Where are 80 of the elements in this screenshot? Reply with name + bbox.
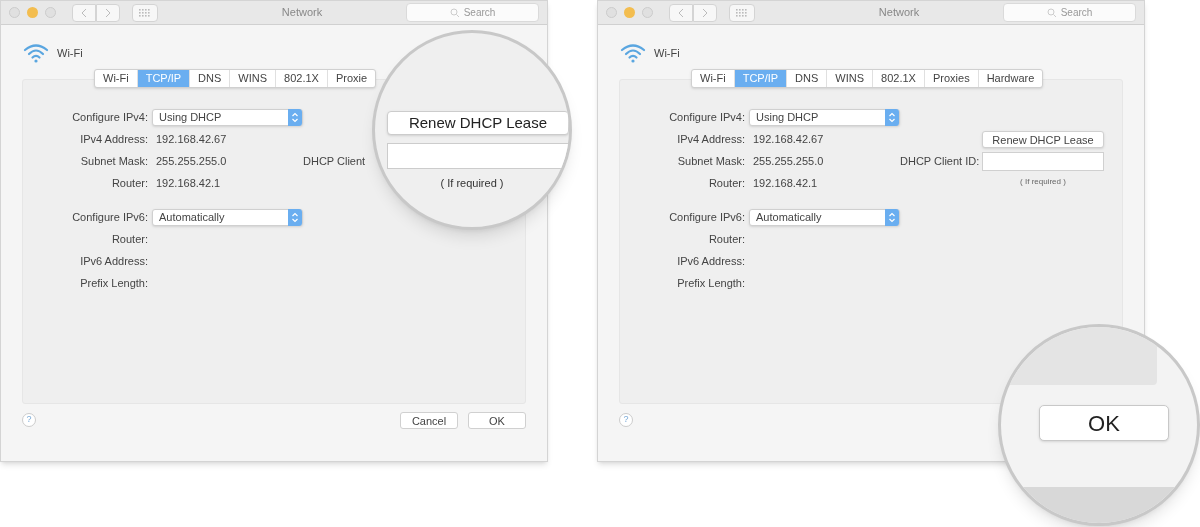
tab[interactable]: Wi-Fi — [95, 70, 138, 87]
window-title: Network — [877, 5, 921, 21]
field-label: DHCP Client ID: — [900, 153, 981, 169]
stepper-icon — [288, 108, 302, 126]
field-label: IPv4 Address: — [676, 131, 745, 147]
tab[interactable]: WINS — [230, 70, 277, 87]
forward-button[interactable] — [96, 3, 120, 22]
tab[interactable]: WINS — [827, 70, 874, 87]
field-label: IPv6 Address: — [676, 253, 745, 269]
service-name: Wi-Fi — [654, 45, 680, 61]
forward-button[interactable] — [693, 3, 717, 22]
dialog-button[interactable]: Cancel — [400, 411, 458, 429]
field-label: Router: — [707, 231, 745, 247]
client-id-field[interactable] — [982, 151, 1104, 171]
tab[interactable]: 802.1X — [873, 70, 925, 87]
field-value: 192.168.42.67 — [752, 131, 824, 147]
search-placeholder: Search — [1060, 6, 1093, 20]
stepper-icon — [288, 208, 302, 226]
popup-menu[interactable]: Automatically — [152, 208, 303, 226]
popup-menu[interactable]: Using DHCP — [152, 108, 303, 126]
back-button[interactable] — [72, 3, 96, 22]
renew-lease-button[interactable]: Renew DHCP Lease — [387, 111, 569, 135]
show-all-button[interactable] — [132, 3, 158, 22]
field-label: Subnet Mask: — [79, 153, 148, 169]
tab[interactable]: 802.1X — [276, 70, 328, 87]
tab[interactable]: Proxie — [327, 70, 376, 87]
field-label: Router: — [707, 175, 745, 191]
wifi-icon — [620, 43, 646, 63]
field-value: 255.255.255.0 — [155, 153, 227, 169]
popup-menu[interactable]: Using DHCP — [749, 108, 900, 126]
field-label: DHCP Client — [303, 153, 367, 169]
field-label: Configure IPv6: — [71, 209, 148, 225]
tab[interactable]: Proxies — [924, 70, 979, 87]
search-placeholder: Search — [463, 6, 496, 20]
tab[interactable]: DNS — [190, 70, 231, 87]
grid-icon — [736, 8, 748, 17]
ok-button[interactable]: OK — [1039, 405, 1169, 441]
field-label: Router: — [110, 231, 148, 247]
service-name: Wi-Fi — [57, 45, 83, 61]
chevron-left-icon — [81, 7, 87, 18]
close-icon[interactable] — [9, 7, 20, 18]
zoom-icon[interactable] — [45, 7, 56, 18]
show-all-button[interactable] — [729, 3, 755, 22]
close-icon[interactable] — [606, 7, 617, 18]
zoom-icon[interactable] — [642, 7, 653, 18]
field-label: Router: — [110, 175, 148, 191]
field-label: Subnet Mask: — [676, 153, 745, 169]
renew-lease-button[interactable]: Renew DHCP Lease — [982, 130, 1104, 148]
window-title: Network — [280, 5, 324, 21]
field-label: Prefix Length: — [676, 275, 745, 291]
minimize-icon[interactable] — [27, 7, 38, 18]
tab[interactable]: Wi-Fi — [692, 70, 735, 87]
field-value: 192.168.42.1 — [752, 175, 818, 191]
field-value: 255.255.255.0 — [752, 153, 824, 169]
field-label: Configure IPv4: — [668, 109, 745, 125]
field-label: Prefix Length: — [79, 275, 148, 291]
field-label: Configure IPv6: — [668, 209, 745, 225]
hint-text: ( If required ) — [1020, 177, 1066, 186]
chevron-left-icon — [678, 7, 684, 18]
field-label: IPv4 Address: — [79, 131, 148, 147]
search-icon — [449, 7, 460, 18]
field-value: 192.168.42.67 — [155, 131, 227, 147]
stepper-icon — [885, 208, 899, 226]
chevron-right-icon — [105, 7, 111, 18]
search-icon — [1046, 7, 1057, 18]
client-id-field[interactable] — [387, 143, 569, 169]
stepper-icon — [885, 108, 899, 126]
popup-menu[interactable]: Automatically — [749, 208, 900, 226]
tab[interactable]: DNS — [787, 70, 828, 87]
field-value: 192.168.42.1 — [155, 175, 221, 191]
minimize-icon[interactable] — [624, 7, 635, 18]
dialog-button[interactable]: OK — [468, 411, 526, 429]
grid-icon — [139, 8, 151, 17]
back-button[interactable] — [669, 3, 693, 22]
field-label: IPv6 Address: — [79, 253, 148, 269]
chevron-right-icon — [702, 7, 708, 18]
tab[interactable]: Hardware — [978, 70, 1043, 87]
wifi-icon — [23, 43, 49, 63]
hint-text: ( If required ) — [440, 176, 504, 191]
field-label: Configure IPv4: — [71, 109, 148, 125]
